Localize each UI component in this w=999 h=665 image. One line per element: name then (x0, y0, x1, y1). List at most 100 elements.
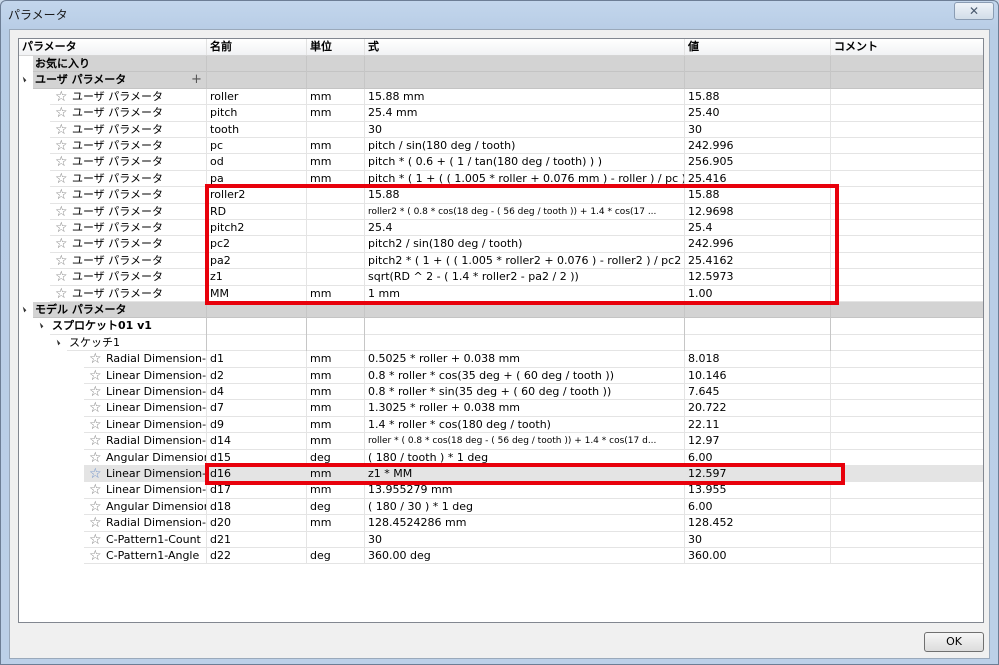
parameter-expression-cell[interactable]: roller2 * ( 0.8 * cos(18 deg - ( 56 deg … (365, 203, 685, 220)
parameter-expression-cell[interactable]: 128.4524286 mm (365, 515, 685, 532)
parameter-comment-cell[interactable] (831, 466, 983, 483)
parameter-comment-cell[interactable] (831, 532, 983, 548)
sketch-group[interactable]: スケッチ1 (19, 334, 983, 352)
parameter-name-cell[interactable]: pitch2 (207, 220, 307, 237)
expand-toggle-icon[interactable] (54, 339, 61, 346)
parameter-expression-cell[interactable]: 30 (365, 531, 685, 548)
model-parameters-group[interactable]: モデル パラメータ (19, 302, 983, 319)
parameter-row[interactable]: ☆ ユーザ パラメータ pitch2 25.4 25.4 (50, 220, 983, 237)
parameter-expression-cell[interactable]: 0.8 * roller * sin(35 deg + ( 60 deg / t… (365, 384, 685, 401)
parameter-row[interactable]: ☆ ユーザ パラメータ pitch mm 25.4 mm 25.40 (50, 105, 983, 122)
parameter-row[interactable]: ☆ Linear Dimension-7 d17 mm 13.955279 mm 13.9… (84, 482, 983, 499)
parameter-unit-cell[interactable]: mm (307, 367, 365, 384)
favorite-star-icon[interactable]: ☆ (55, 105, 68, 120)
parameter-comment-cell[interactable] (831, 220, 983, 237)
parameter-name-cell[interactable]: d21 (207, 531, 307, 548)
parameter-name-cell[interactable]: d18 (207, 498, 307, 516)
parameter-row[interactable]: ☆ ユーザ パラメータ RD roller2 * ( 0.8 * cos(18 deg… (50, 203, 983, 220)
parameter-name-cell[interactable]: roller (207, 88, 307, 106)
parameter-unit-cell[interactable]: deg (307, 548, 365, 565)
parameter-expression-cell[interactable]: 1.3025 * roller + 0.038 mm (365, 400, 685, 417)
parameter-name-cell[interactable]: pa (207, 170, 307, 188)
parameter-name-cell[interactable]: d1 (207, 351, 307, 368)
favorite-star-icon[interactable]: ☆ (55, 236, 68, 251)
favorite-star-icon[interactable]: ☆ (55, 220, 68, 235)
parameter-unit-cell[interactable]: mm (307, 482, 365, 499)
favorite-star-icon[interactable]: ☆ (55, 269, 68, 284)
header-unit[interactable]: 単位 (307, 39, 365, 55)
parameter-unit-cell[interactable]: mm (307, 88, 365, 106)
parameter-unit-cell[interactable] (307, 187, 365, 204)
favorite-star-icon[interactable]: ☆ (55, 204, 68, 219)
parameter-unit-cell[interactable] (307, 236, 365, 253)
add-parameter-icon[interactable]: + (191, 72, 202, 87)
parameter-value-cell[interactable]: 25.4162 (685, 252, 831, 270)
favorite-star-icon[interactable]: ☆ (55, 154, 68, 169)
parameter-expression-cell[interactable]: 25.4 (365, 220, 685, 237)
parameter-name-cell[interactable]: RD (207, 203, 307, 220)
favorite-star-icon[interactable]: ☆ (89, 548, 102, 563)
parameter-comment-cell[interactable] (831, 89, 983, 106)
ok-button[interactable]: OK (924, 632, 984, 652)
parameter-comment-cell[interactable] (831, 154, 983, 171)
parameter-name-cell[interactable]: d7 (207, 400, 307, 417)
expand-toggle-icon[interactable] (20, 306, 27, 313)
parameter-unit-cell[interactable]: mm (307, 170, 365, 188)
parameter-value-cell[interactable]: 242.996 (685, 236, 831, 253)
parameter-comment-cell[interactable] (831, 351, 983, 368)
parameter-comment-cell[interactable] (831, 269, 983, 286)
favorite-star-icon[interactable]: ☆ (55, 138, 68, 153)
parameter-row[interactable]: ☆ C-Pattern1-Angle d22 deg 360.00 deg 360.00 (84, 548, 983, 565)
parameter-unit-cell[interactable]: mm (307, 400, 365, 417)
parameter-unit-cell[interactable] (307, 203, 365, 220)
parameter-comment-cell[interactable] (831, 138, 983, 155)
favorite-star-icon[interactable]: ☆ (55, 286, 68, 301)
parameter-row[interactable]: ☆ ユーザ パラメータ tooth 30 30 (50, 121, 983, 138)
parameter-value-cell[interactable]: 242.996 (685, 138, 831, 155)
expand-toggle-icon[interactable] (20, 77, 27, 83)
parameter-comment-cell[interactable] (831, 499, 983, 516)
parameter-name-cell[interactable]: roller2 (207, 187, 307, 204)
parameter-row[interactable]: ☆ Angular Dimension-3d18deg( 180 / 30 ) *… (84, 498, 983, 516)
parameter-unit-cell[interactable] (307, 531, 365, 548)
favorite-star-icon[interactable]: ☆ (55, 122, 68, 137)
parameter-expression-cell[interactable]: 15.88 mm (365, 88, 685, 106)
parameter-value-cell[interactable]: 30 (685, 121, 831, 138)
parameter-row[interactable]: ☆ ユーザ パラメータ roller mm 15.88 mm 15.88 (50, 88, 983, 106)
parameter-value-cell[interactable]: 22.11 (685, 416, 831, 434)
parameter-row[interactable]: ☆ Radial Dimension-2 d1 mm 0.5025 * roller +… (84, 351, 983, 368)
parameter-unit-cell[interactable] (307, 220, 365, 237)
parameter-unit-cell[interactable]: mm (307, 384, 365, 401)
parameter-expression-cell[interactable]: 0.8 * roller * cos(35 deg + ( 60 deg / t… (365, 367, 685, 384)
title-bar[interactable]: パラメータ ✕ (1, 1, 998, 27)
parameter-row[interactable]: ☆ ユーザ パラメータ z1 sqrt(RD ^ 2 - ( 1.4 * roller… (50, 269, 983, 286)
parameter-unit-cell[interactable]: mm (307, 433, 365, 450)
parameter-name-cell[interactable]: d15 (207, 449, 307, 466)
parameter-expression-cell[interactable]: ( 180 / 30 ) * 1 deg (365, 498, 685, 516)
parameter-name-cell[interactable]: d22 (207, 548, 307, 565)
parameter-row[interactable]: ☆ Linear Dimension-4 d4 mm 0.8 * roller * si… (84, 384, 983, 401)
favorite-star-icon[interactable]: ☆ (89, 499, 102, 514)
parameter-comment-cell[interactable] (831, 171, 983, 188)
favorite-star-icon[interactable]: ☆ (89, 466, 102, 481)
parameter-comment-cell[interactable] (831, 204, 983, 220)
parameter-unit-cell[interactable] (307, 121, 365, 138)
parameter-comment-cell[interactable] (831, 368, 983, 384)
parameter-expression-cell[interactable]: sqrt(RD ^ 2 - ( 1.4 * roller2 - pa2 / 2 … (365, 269, 685, 286)
parameter-expression-cell[interactable]: 30 (365, 121, 685, 138)
parameter-unit-cell[interactable]: mm (307, 285, 365, 302)
parameter-unit-cell[interactable]: mm (307, 105, 365, 122)
parameter-expression-cell[interactable]: pitch2 * ( 1 + ( ( 1.005 * roller2 + 0.0… (365, 252, 685, 270)
parameter-value-cell[interactable]: 12.597 (685, 466, 831, 483)
parameter-row[interactable]: ☆ Angular Dimension-2d15deg( 180 / tooth … (84, 449, 983, 466)
parameter-value-cell[interactable]: 30 (685, 531, 831, 548)
parameter-expression-cell[interactable]: roller * ( 0.8 * cos(18 deg - ( 56 deg /… (365, 433, 685, 450)
parameter-value-cell[interactable]: 15.88 (685, 187, 831, 204)
parameter-comment-cell[interactable] (831, 236, 983, 253)
parameter-expression-cell[interactable]: 15.88 (365, 187, 685, 204)
parameter-row[interactable]: ☆ Linear Dimension-2 d2 mm 0.8 * roller * co… (84, 367, 983, 384)
parameter-row[interactable]: ☆ ユーザ パラメータ pc2 pitch2 / sin(180 deg / toot… (50, 236, 983, 253)
parameter-expression-cell[interactable]: pitch * ( 0.6 + ( 1 / tan(180 deg / toot… (365, 154, 685, 171)
parameter-name-cell[interactable]: d2 (207, 367, 307, 384)
parameter-expression-cell[interactable]: z1 * MM (365, 466, 685, 483)
